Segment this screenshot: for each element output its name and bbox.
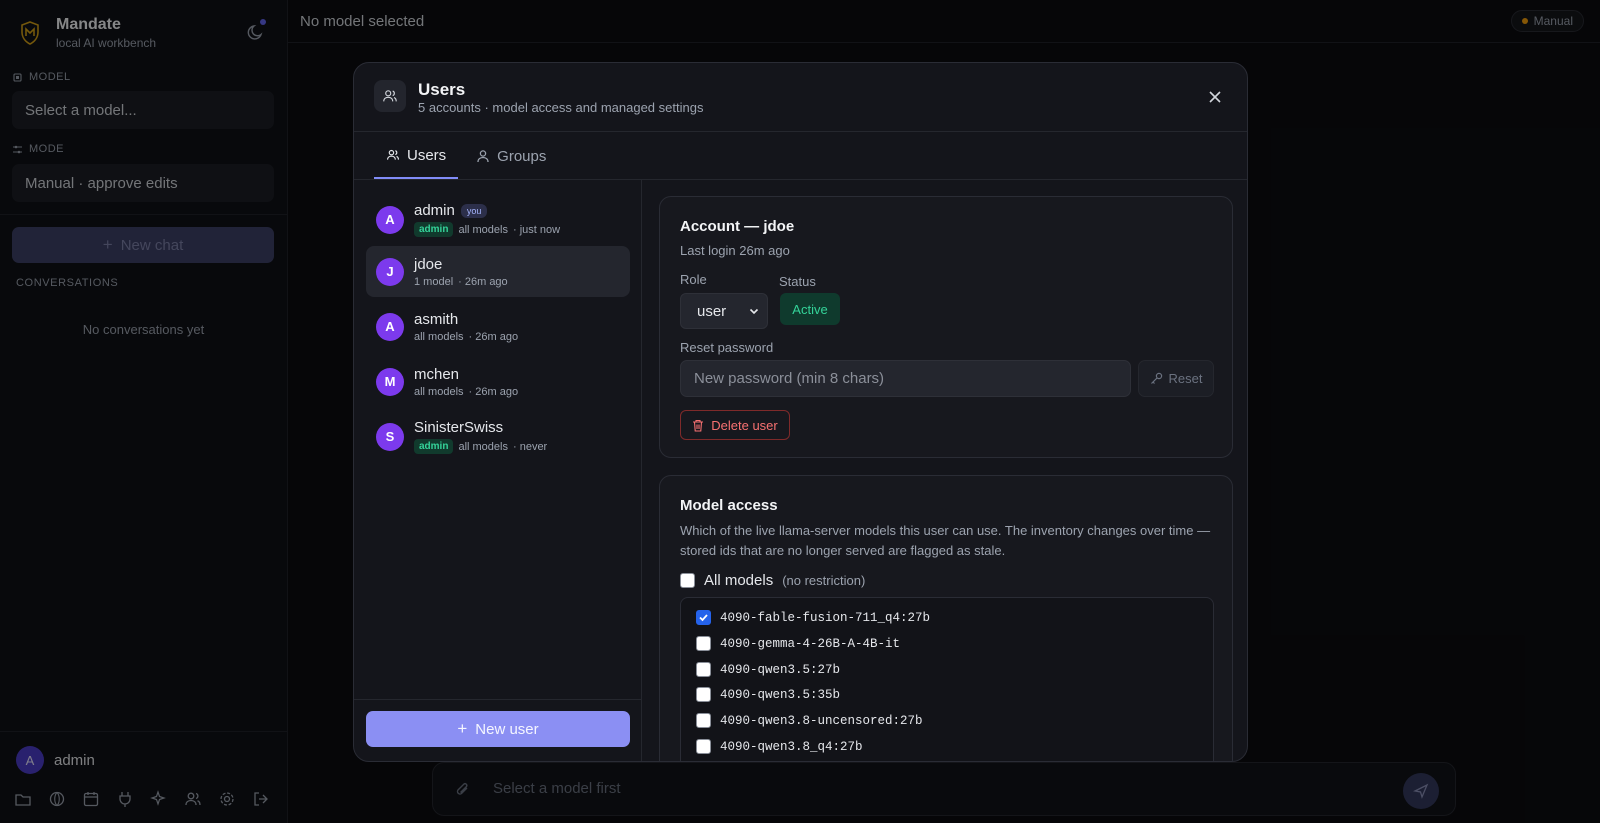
- model-option[interactable]: 4090-fable-fusion-711_q4:27b: [696, 610, 930, 625]
- model-option[interactable]: 4090-qwen3.5:27b: [696, 662, 840, 677]
- list-item[interactable]: J jdoe 1 model · 26m ago: [366, 246, 630, 297]
- model-option[interactable]: 4090-qwen3.8_q4:27b: [696, 739, 863, 754]
- avatar: M: [376, 367, 404, 396]
- all-models-option[interactable]: All models (no restriction): [680, 572, 865, 589]
- model-access-card: Model access Which of the live llama-ser…: [659, 475, 1233, 761]
- all-models-note: (no restriction): [782, 573, 866, 588]
- user-last-seen: · 26m ago: [468, 330, 519, 343]
- list-item[interactable]: A admin you admin all models · just now: [366, 194, 630, 245]
- you-badge: you: [460, 203, 488, 218]
- list-item[interactable]: S SinisterSwiss admin all models · never: [366, 411, 630, 462]
- model-id: 4090-qwen3.8_q4:27b: [720, 739, 863, 754]
- avatar: J: [376, 257, 404, 286]
- checkbox[interactable]: [680, 573, 695, 588]
- users-icon: [386, 149, 400, 160]
- user-name: jdoe: [414, 255, 443, 273]
- check-icon: [699, 614, 708, 622]
- tab-groups[interactable]: Groups: [464, 133, 558, 179]
- last-login: Last login 26m ago: [680, 243, 790, 258]
- new-user-button[interactable]: + New user: [366, 711, 630, 747]
- user-last-seen: · 26m ago: [458, 275, 508, 288]
- delete-label: Delete user: [711, 417, 778, 433]
- user-models: all models: [414, 385, 464, 398]
- user-name: mchen: [414, 365, 460, 383]
- user-last-seen: · just now: [512, 223, 561, 236]
- checkbox[interactable]: [696, 739, 711, 754]
- users-modal: Users 5 accounts · model access and mana…: [353, 62, 1248, 762]
- new-user-label: New user: [475, 720, 539, 738]
- divider: [354, 699, 641, 700]
- status-badge: Active: [780, 293, 840, 325]
- account-title: Account — jdoe: [680, 218, 795, 235]
- user-models: 1 model: [414, 275, 454, 288]
- model-option[interactable]: 4090-qwen3.5:35b: [696, 687, 840, 702]
- avatar: A: [376, 205, 404, 234]
- role-select[interactable]: user: [680, 293, 768, 329]
- checkbox[interactable]: [696, 636, 711, 651]
- user-models: all models: [414, 330, 464, 343]
- checkbox[interactable]: [696, 610, 711, 625]
- user-models: all models: [458, 223, 508, 236]
- delete-user-button[interactable]: Delete user: [680, 410, 790, 440]
- modal-tabs: Users Groups: [374, 133, 558, 179]
- reset-password-button[interactable]: Reset: [1138, 360, 1214, 397]
- avatar: S: [376, 422, 404, 451]
- role-value: user: [697, 302, 727, 320]
- user-icon: [477, 150, 489, 163]
- reset-password-label: Reset password: [680, 340, 774, 355]
- model-id: 4090-qwen3.8-uncensored:27b: [720, 713, 923, 728]
- key-icon: [1150, 372, 1162, 384]
- status-label: Status: [779, 274, 816, 289]
- user-name: SinisterSwiss: [414, 419, 504, 436]
- model-option[interactable]: 4090-qwen3.8-uncensored:27b: [696, 713, 923, 728]
- modal-header: Users 5 accounts · model access and mana…: [354, 63, 1247, 132]
- plus-icon: +: [457, 719, 468, 738]
- tab-users[interactable]: Users: [374, 133, 459, 179]
- new-password-input[interactable]: New password (min 8 chars): [680, 360, 1131, 397]
- list-item[interactable]: M mchen all models · 26m ago: [366, 356, 630, 407]
- user-models: all models: [458, 440, 508, 453]
- account-card: Account — jdoe Last login 26m ago Role S…: [659, 196, 1233, 458]
- reset-label: Reset: [1168, 371, 1203, 386]
- user-detail: Account — jdoe Last login 26m ago Role S…: [642, 180, 1247, 761]
- user-name: admin: [414, 202, 455, 219]
- model-id: 4090-gemma-4-26B-A-4B-it: [720, 636, 901, 651]
- admin-badge: admin: [414, 439, 454, 454]
- close-icon[interactable]: [1205, 87, 1225, 107]
- model-access-title: Model access: [680, 497, 778, 514]
- user-name: asmith: [414, 310, 459, 328]
- tab-users-label: Users: [407, 146, 447, 164]
- list-item[interactable]: A asmith all models · 26m ago: [366, 301, 630, 352]
- users-icon: [374, 80, 406, 112]
- model-option[interactable]: 4090-gemma-4-26B-A-4B-it: [696, 636, 900, 651]
- model-id: 4090-qwen3.5:35b: [720, 687, 841, 702]
- avatar: A: [376, 312, 404, 341]
- chevron-down-icon: [749, 308, 759, 315]
- admin-badge: admin: [414, 222, 454, 237]
- model-id: 4090-qwen3.5:27b: [720, 662, 841, 677]
- checkbox[interactable]: [696, 713, 711, 728]
- model-id: 4090-fable-fusion-711_q4:27b: [720, 610, 931, 625]
- model-access-description: Which of the live llama-server models th…: [680, 523, 1211, 558]
- trash-icon: [693, 419, 704, 432]
- role-label: Role: [680, 272, 707, 287]
- all-models-label: All models: [704, 572, 774, 589]
- user-list: A admin you admin all models · just now …: [354, 180, 642, 761]
- checkbox[interactable]: [696, 662, 711, 677]
- modal-title: Users: [418, 80, 466, 99]
- tab-groups-label: Groups: [497, 147, 547, 165]
- checkbox[interactable]: [696, 687, 711, 702]
- model-list: 4090-fable-fusion-711_q4:27b 4090-gemma-…: [680, 597, 1214, 761]
- modal-subtitle: 5 accounts · model access and managed se…: [418, 100, 704, 115]
- user-last-seen: · 26m ago: [468, 385, 519, 398]
- user-last-seen: · never: [512, 440, 548, 453]
